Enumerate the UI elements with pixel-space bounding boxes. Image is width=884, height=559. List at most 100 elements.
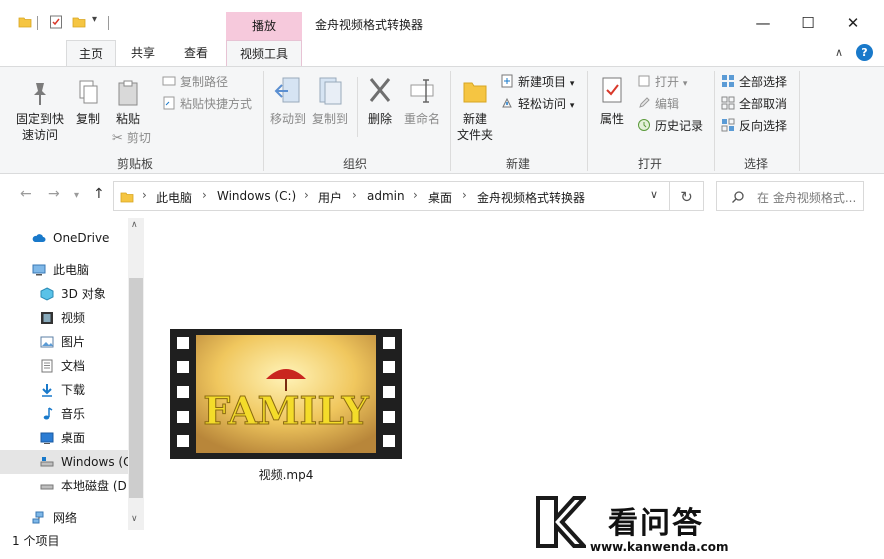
scissors-icon: ✂ bbox=[112, 131, 123, 146]
dropdown-arrow-icon: ▾ bbox=[569, 101, 575, 111]
breadcrumb-this-pc[interactable]: 此电脑 bbox=[156, 189, 192, 206]
select-all-label: 全部选择 bbox=[739, 75, 788, 89]
easy-access-label: 轻松访问 bbox=[518, 97, 567, 111]
edit-label: 编辑 bbox=[655, 97, 680, 111]
copy-button[interactable]: 复制 bbox=[70, 79, 106, 127]
breadcrumb-admin[interactable]: admin bbox=[367, 189, 405, 203]
video-file-item[interactable]: FAMILY bbox=[170, 329, 402, 462]
nav-item-network[interactable]: 网络 bbox=[0, 506, 128, 530]
group-divider bbox=[587, 71, 588, 171]
nav-item-music[interactable]: 音乐 bbox=[0, 402, 128, 426]
nav-item-pictures[interactable]: 图片 bbox=[0, 330, 128, 354]
close-button[interactable]: ✕ bbox=[830, 10, 876, 36]
properties-button[interactable]: 属性 bbox=[594, 75, 630, 127]
select-all-button[interactable]: 全部选择 bbox=[721, 72, 787, 92]
network-icon bbox=[32, 511, 44, 524]
edit-button[interactable]: 编辑 bbox=[637, 94, 679, 114]
rename-label: 重命名 bbox=[403, 112, 440, 126]
scrollbar-thumb[interactable] bbox=[129, 278, 143, 498]
easy-access-icon bbox=[502, 97, 512, 108]
document-icon bbox=[41, 359, 53, 373]
move-to-button[interactable]: 移动到 bbox=[268, 75, 308, 127]
title-bar: ▾ 播放 金舟视频格式转换器 — ☐ ✕ bbox=[0, 0, 884, 40]
cube-icon bbox=[40, 287, 54, 301]
nav-item-windows-c[interactable]: Windows (C:) bbox=[0, 450, 128, 474]
open-icon bbox=[638, 75, 650, 87]
file-name-label[interactable]: 视频.mp4 bbox=[170, 466, 402, 483]
group-divider bbox=[799, 71, 800, 171]
window-title: 金舟视频格式转换器 bbox=[315, 18, 424, 32]
maximize-button[interactable]: ☐ bbox=[785, 10, 831, 36]
paste-label: 粘贴 bbox=[115, 112, 140, 126]
tab-view[interactable]: 查看 bbox=[170, 40, 222, 66]
copy-path-button[interactable]: 复制路径 bbox=[162, 72, 228, 92]
history-button[interactable]: 历史记录 bbox=[637, 116, 703, 136]
breadcrumb-desktop[interactable]: 桌面 bbox=[428, 189, 452, 206]
cloud-icon bbox=[32, 234, 46, 242]
nav-item-3d-objects[interactable]: 3D 对象 bbox=[0, 282, 128, 306]
separator bbox=[108, 16, 109, 30]
delete-button[interactable]: 删除 bbox=[362, 75, 398, 127]
scroll-up-icon[interactable]: ∧ bbox=[131, 220, 138, 230]
customize-quick-access-icon[interactable]: ▾ bbox=[92, 14, 97, 25]
breadcrumb-windows-c[interactable]: Windows (C:) bbox=[217, 189, 296, 203]
refresh-button[interactable]: ↻ bbox=[670, 181, 704, 211]
item-count: 1 个项目 bbox=[12, 534, 60, 548]
nav-label: 文档 bbox=[61, 359, 86, 373]
nav-item-this-pc[interactable]: 此电脑 bbox=[0, 258, 128, 282]
breadcrumb-users[interactable]: 用户 bbox=[318, 189, 342, 206]
disk-icon bbox=[40, 484, 54, 490]
pin-quick-access-button[interactable]: 固定到快 速访问 bbox=[12, 79, 68, 143]
tab-home[interactable]: 主页 bbox=[66, 40, 116, 66]
breadcrumb-current-folder[interactable]: 金舟视频格式转换器 bbox=[477, 189, 585, 206]
tab-share[interactable]: 共享 bbox=[118, 40, 168, 66]
address-dropdown-icon[interactable]: ∨ bbox=[650, 188, 658, 201]
contextual-tab-play[interactable]: 播放 bbox=[226, 12, 302, 40]
nav-label: 图片 bbox=[61, 335, 86, 349]
cut-button[interactable]: ✂ 剪切 bbox=[112, 128, 151, 148]
open-button[interactable]: 打开 ▾ bbox=[637, 72, 687, 92]
address-bar[interactable]: › 此电脑 › Windows (C:) › 用户 › admin › 桌面 ›… bbox=[113, 181, 670, 211]
breadcrumb-separator: › bbox=[202, 188, 207, 202]
history-icon bbox=[638, 119, 650, 131]
rename-icon bbox=[410, 79, 434, 103]
rename-button[interactable]: 重命名 bbox=[402, 75, 442, 127]
copy-to-button[interactable]: 复制到 bbox=[310, 75, 350, 127]
nav-scrollbar[interactable]: ∧ ∨ bbox=[128, 218, 144, 530]
paste-shortcut-button[interactable]: 粘贴快捷方式 bbox=[162, 94, 252, 114]
invert-selection-button[interactable]: 反向选择 bbox=[721, 116, 787, 136]
scroll-down-icon[interactable]: ∨ bbox=[131, 514, 138, 524]
nav-item-videos[interactable]: 视频 bbox=[0, 306, 128, 330]
minimize-button[interactable]: — bbox=[740, 10, 786, 36]
properties-quick-icon[interactable] bbox=[49, 15, 63, 29]
recent-locations-icon[interactable]: ▾ bbox=[74, 190, 79, 201]
nav-item-onedrive[interactable]: OneDrive bbox=[0, 226, 128, 250]
collapse-ribbon-icon[interactable]: ∧ bbox=[835, 46, 843, 59]
new-folder-button[interactable]: 新建 文件夹 bbox=[455, 75, 495, 143]
new-folder-label-2: 文件夹 bbox=[456, 128, 493, 142]
forward-icon[interactable]: → bbox=[48, 186, 60, 202]
dropdown-arrow-icon: ▾ bbox=[569, 79, 575, 89]
group-new-label: 新建 bbox=[505, 157, 530, 171]
folder-icon bbox=[120, 192, 134, 203]
separator bbox=[37, 16, 38, 30]
select-none-button[interactable]: 全部取消 bbox=[721, 94, 787, 114]
new-folder-quick-icon[interactable] bbox=[72, 15, 86, 29]
search-box[interactable]: 在 金舟视频格式... bbox=[716, 181, 864, 211]
nav-item-desktop[interactable]: 桌面 bbox=[0, 426, 128, 450]
easy-access-button[interactable]: 轻松访问 ▾ bbox=[500, 94, 574, 114]
tab-video-tools[interactable]: 视频工具 bbox=[226, 40, 302, 66]
up-icon[interactable]: ↑ bbox=[93, 186, 105, 202]
paste-icon bbox=[118, 80, 138, 106]
copy-label: 复制 bbox=[75, 112, 100, 126]
nav-item-local-disk-d[interactable]: 本地磁盘 (D:) bbox=[0, 474, 128, 498]
delete-icon bbox=[369, 78, 391, 102]
nav-label: 本地磁盘 (D:) bbox=[61, 479, 128, 493]
nav-item-documents[interactable]: 文档 bbox=[0, 354, 128, 378]
nav-item-downloads[interactable]: 下载 bbox=[0, 378, 128, 402]
paste-button[interactable]: 粘贴 bbox=[110, 79, 146, 127]
back-icon[interactable]: ← bbox=[20, 186, 32, 202]
help-icon[interactable]: ? bbox=[856, 44, 873, 61]
new-item-button[interactable]: 新建项目 ▾ bbox=[500, 72, 574, 92]
desktop-icon bbox=[40, 432, 54, 444]
